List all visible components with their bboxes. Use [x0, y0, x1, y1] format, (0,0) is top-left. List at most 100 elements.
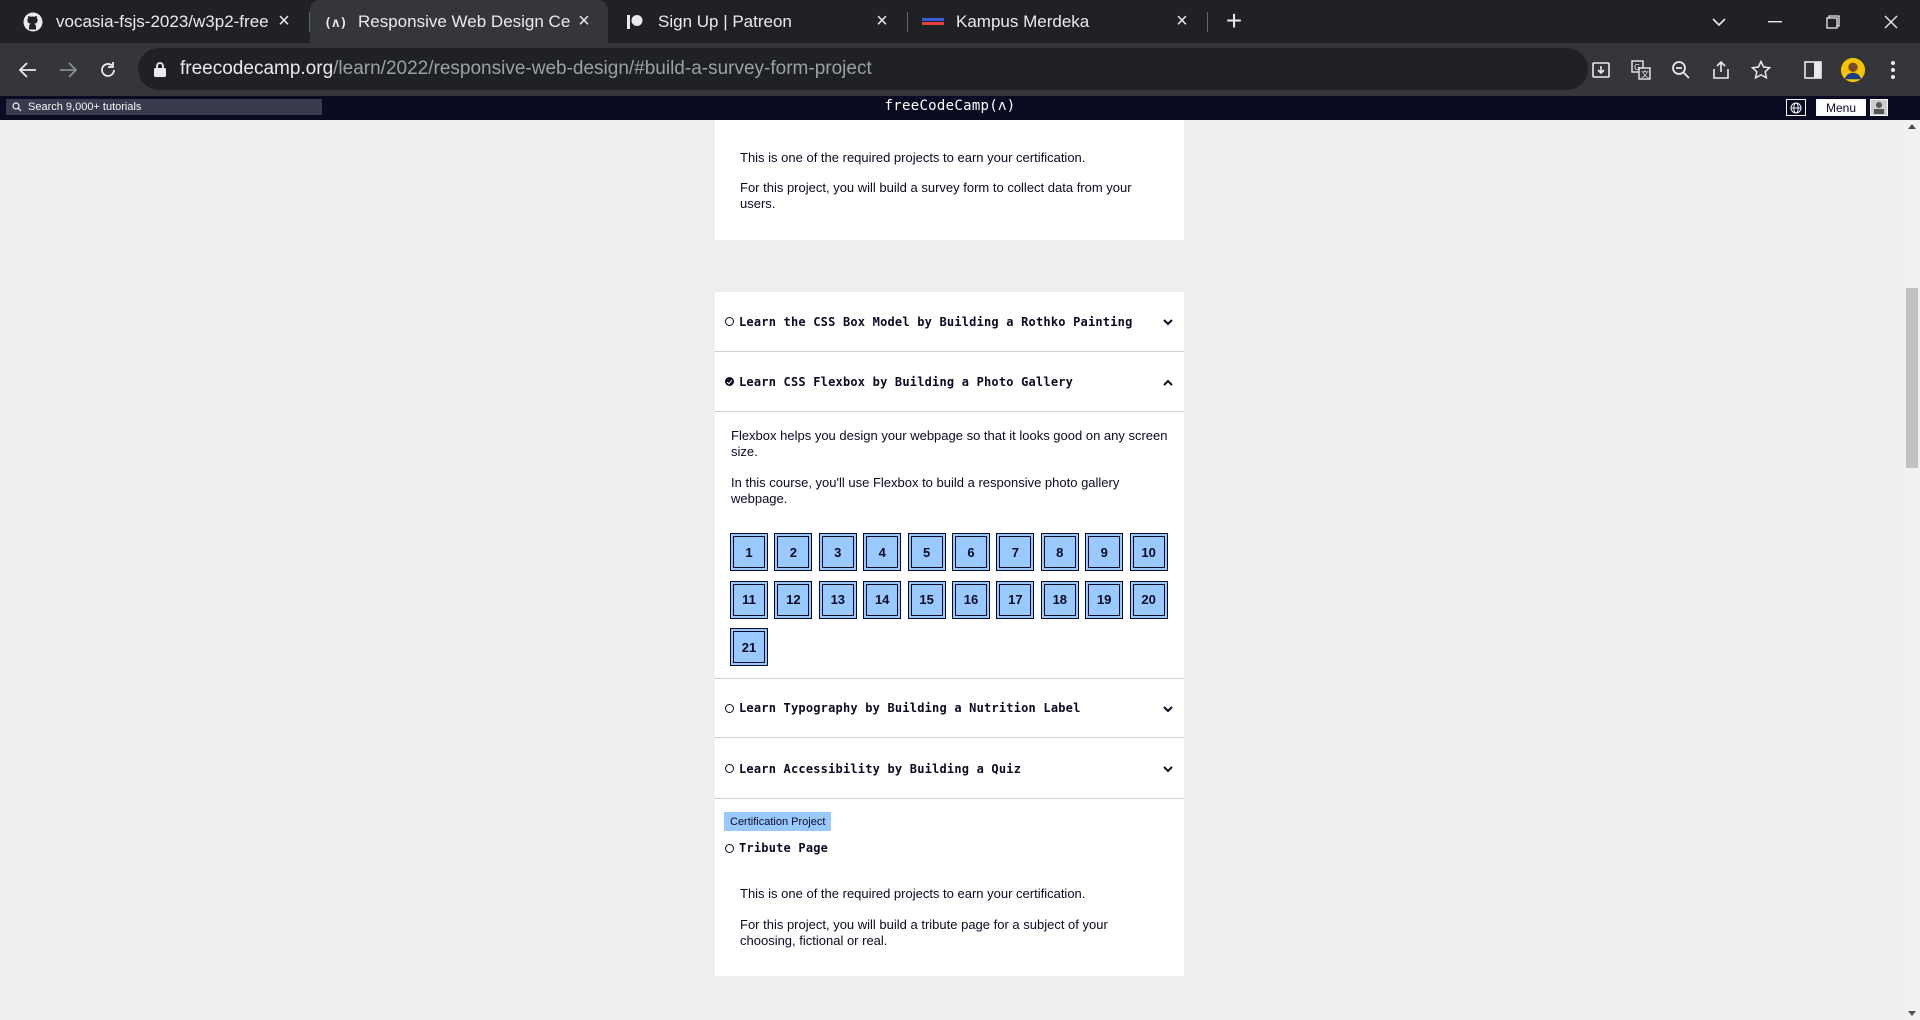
zoom-icon[interactable] — [1668, 57, 1694, 83]
browser-toolbar: freecodecamp.org/learn/2022/responsive-w… — [0, 43, 1920, 96]
incomplete-circle-icon — [725, 764, 734, 773]
step-button[interactable]: 14 — [863, 580, 902, 619]
forward-arrow-icon — [60, 62, 77, 78]
translate-icon[interactable]: G文 — [1628, 57, 1654, 83]
tab-freecodecamp[interactable]: (ʌ) Responsive Web Design Certification … — [310, 0, 608, 43]
incomplete-circle-icon — [725, 843, 734, 853]
project-description: For this project, you will build a surve… — [740, 180, 1132, 211]
step-button[interactable]: 21 — [730, 628, 768, 666]
block-title: Learn CSS Flexbox by Building a Photo Ga… — [739, 374, 1074, 389]
block-header-typography[interactable]: Learn Typography by Building a Nutrition… — [715, 678, 1184, 738]
step-button[interactable]: 7 — [996, 533, 1035, 571]
close-icon[interactable]: × — [574, 10, 594, 32]
incomplete-circle-icon — [725, 317, 734, 326]
chevron-down-icon — [1712, 17, 1726, 26]
step-button[interactable]: 15 — [907, 580, 946, 619]
chevron-down-icon — [1162, 703, 1174, 715]
step-button[interactable]: 5 — [907, 533, 946, 571]
reload-icon — [101, 62, 115, 77]
tab-github[interactable]: vocasia-fsjs-2023/w3p2-freecodecamp × — [8, 0, 308, 43]
block-header-rothko[interactable]: Learn the CSS Box Model by Building a Ro… — [715, 292, 1184, 352]
search-placeholder: Search 9,000+ tutorials — [28, 101, 142, 113]
step-button[interactable]: 1 — [730, 533, 768, 571]
fcc-logo[interactable]: freeCodeCamp(ʌ) — [880, 98, 1020, 114]
survey-form-project-card: This is one of the required projects to … — [715, 120, 1184, 240]
step-button[interactable]: 4 — [863, 533, 902, 571]
chevron-down-icon — [1162, 316, 1174, 328]
step-button[interactable]: 9 — [1085, 533, 1124, 571]
address-bar[interactable]: freecodecamp.org/learn/2022/responsive-w… — [138, 48, 1588, 90]
step-button[interactable]: 17 — [996, 580, 1035, 619]
back-arrow-icon — [19, 62, 36, 78]
back-button[interactable] — [12, 54, 44, 86]
step-button[interactable]: 6 — [952, 533, 990, 571]
tab-patreon[interactable]: Sign Up | Patreon × — [610, 0, 906, 43]
tab-title: Sign Up | Patreon — [658, 11, 792, 31]
search-input[interactable]: Search 9,000+ tutorials — [6, 99, 322, 115]
chevron-down-icon — [1162, 763, 1174, 775]
close-window-button[interactable] — [1868, 0, 1914, 43]
step-button[interactable]: 2 — [774, 533, 813, 571]
share-icon[interactable] — [1708, 57, 1734, 83]
tab-separator — [1207, 12, 1208, 32]
new-tab-button[interactable]: + — [1219, 5, 1249, 36]
project-description: For this project, you will build a tribu… — [740, 917, 1108, 948]
svg-text:(ʌ): (ʌ) — [324, 16, 346, 30]
project-title[interactable]: Tribute Page — [739, 841, 828, 855]
check-circle-icon — [725, 377, 734, 386]
close-icon[interactable]: × — [274, 10, 294, 32]
tab-title: Responsive Web Design Certification — [358, 11, 570, 31]
kebab-menu-icon[interactable] — [1880, 57, 1906, 83]
profile-avatar[interactable] — [1840, 57, 1866, 83]
blocks-list: Learn the CSS Box Model by Building a Ro… — [715, 292, 1184, 976]
project-description: This is one of the required projects to … — [740, 886, 1086, 901]
tab-search-button[interactable] — [1696, 0, 1742, 43]
step-grid: 1 2 3 4 5 6 7 8 9 10 11 12 13 14 15 16 17 18 19 20 21 — [730, 533, 1170, 666]
freecodecamp-icon: (ʌ) — [324, 11, 346, 33]
tab-title: Kampus Merdeka — [956, 11, 1090, 31]
certification-project-badge: Certification Project — [724, 812, 832, 831]
svg-text:文: 文 — [1641, 69, 1649, 79]
side-panel-icon[interactable] — [1800, 57, 1826, 83]
step-button[interactable]: 12 — [774, 580, 813, 619]
close-icon[interactable]: × — [872, 10, 892, 32]
user-avatar-icon[interactable] — [1870, 99, 1888, 116]
block-header-flexbox[interactable]: Learn CSS Flexbox by Building a Photo Ga… — [715, 352, 1184, 412]
block-title: Learn Accessibility by Building a Quiz — [739, 761, 1022, 776]
step-button[interactable]: 11 — [730, 580, 768, 619]
close-icon[interactable]: × — [1172, 10, 1192, 32]
patreon-icon — [624, 11, 646, 33]
step-button[interactable]: 8 — [1040, 533, 1079, 571]
page-viewport: This is one of the required projects to … — [0, 120, 1904, 1020]
step-button[interactable]: 13 — [818, 580, 857, 619]
tab-kampus-merdeka[interactable]: Kampus Merdeka × — [908, 0, 1206, 43]
restore-button[interactable] — [1810, 0, 1856, 43]
block-title: Learn the CSS Box Model by Building a Ro… — [739, 314, 1133, 329]
scroll-up-icon[interactable] — [1908, 124, 1916, 129]
tribute-page-title-row[interactable]: Tribute Page — [725, 841, 828, 855]
tab-strip: vocasia-fsjs-2023/w3p2-freecodecamp × (ʌ… — [0, 0, 1920, 43]
page-scrollbar[interactable] — [1904, 120, 1920, 1020]
block-intro: Flexbox helps you design your webpage so… — [731, 428, 1168, 459]
step-button[interactable]: 19 — [1085, 580, 1124, 619]
install-app-icon[interactable] — [1588, 57, 1614, 83]
incomplete-circle-icon — [725, 703, 734, 713]
step-button[interactable]: 20 — [1129, 580, 1168, 619]
block-header-accessibility[interactable]: Learn Accessibility by Building a Quiz — [715, 739, 1184, 799]
forward-button[interactable] — [52, 54, 84, 86]
scrollbar-thumb[interactable] — [1906, 288, 1918, 468]
fcc-navbar: Search 9,000+ tutorials freeCodeCamp(ʌ) … — [0, 96, 1920, 120]
url-path: /learn/2022/responsive-web-design/#build… — [333, 58, 872, 79]
bookmark-star-icon[interactable] — [1748, 57, 1774, 83]
minimize-button[interactable] — [1752, 0, 1798, 43]
search-icon — [10, 100, 24, 114]
step-button[interactable]: 10 — [1129, 533, 1168, 571]
scroll-down-icon[interactable] — [1908, 1011, 1916, 1016]
step-button[interactable]: 16 — [952, 580, 990, 619]
project-description: This is one of the required projects to … — [740, 150, 1086, 165]
step-button[interactable]: 3 — [818, 533, 857, 571]
step-button[interactable]: 18 — [1040, 580, 1079, 619]
globe-icon[interactable] — [1786, 99, 1806, 116]
reload-button[interactable] — [92, 54, 124, 86]
menu-button[interactable]: Menu — [1816, 99, 1866, 116]
